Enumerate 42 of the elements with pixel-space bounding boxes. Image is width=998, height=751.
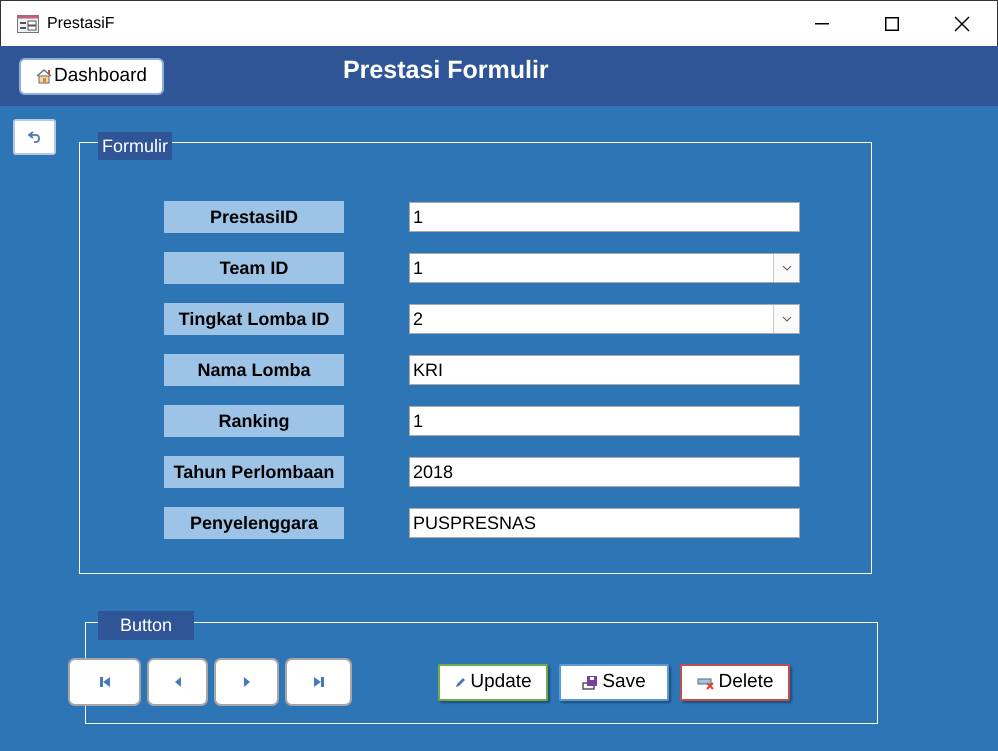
field-label: Penyelenggara <box>164 507 344 539</box>
field-label: Tingkat Lomba ID <box>164 303 344 335</box>
dropdown-field[interactable]: 1 <box>409 253 800 283</box>
dashboard-button[interactable]: Dashboard <box>19 58 164 94</box>
form-icon <box>17 14 39 32</box>
chevron-down-icon <box>782 265 792 271</box>
action-button[interactable]: Save <box>559 664 669 701</box>
input-field[interactable]: KRI <box>409 355 800 385</box>
record-nav-button[interactable] <box>285 658 352 706</box>
record-nav-button[interactable] <box>68 658 141 706</box>
floppy-disk-icon <box>582 674 598 690</box>
field-label: Team ID <box>164 252 344 284</box>
field-label: Ranking <box>164 405 344 437</box>
previous-record-icon <box>174 676 182 688</box>
input-field[interactable]: 1 <box>409 202 800 232</box>
action-button[interactable]: Update <box>438 664 548 701</box>
house-icon <box>36 68 52 84</box>
record-nav-button[interactable] <box>147 658 208 706</box>
chevron-down-icon <box>782 316 792 322</box>
window-title: PrestasiF <box>47 14 115 34</box>
field-label: Tahun Perlombaan <box>164 456 344 488</box>
delete-record-icon <box>696 676 715 690</box>
input-field[interactable]: 1 <box>409 406 800 436</box>
record-nav-button[interactable] <box>214 658 279 706</box>
field-label: Nama Lomba <box>164 354 344 386</box>
pencil-icon <box>454 676 466 688</box>
input-field[interactable]: PUSPRESNAS <box>409 508 800 538</box>
minimize-icon <box>815 22 829 24</box>
first-record-icon <box>98 676 110 688</box>
maximize-icon <box>885 16 899 30</box>
last-record-icon <box>312 676 324 688</box>
group-legend: Button <box>98 611 194 640</box>
undo-arrow-icon <box>28 131 42 143</box>
field-label: PrestasiID <box>164 201 344 233</box>
back-button[interactable] <box>13 119 56 155</box>
form-title: Prestasi Formulir <box>343 55 549 86</box>
group-legend: Formulir <box>98 132 172 160</box>
input-field[interactable]: 2018 <box>409 457 800 487</box>
close-icon <box>954 16 970 32</box>
action-button[interactable]: Delete <box>680 664 790 701</box>
next-record-icon <box>242 676 250 688</box>
dropdown-field[interactable]: 2 <box>409 304 800 334</box>
